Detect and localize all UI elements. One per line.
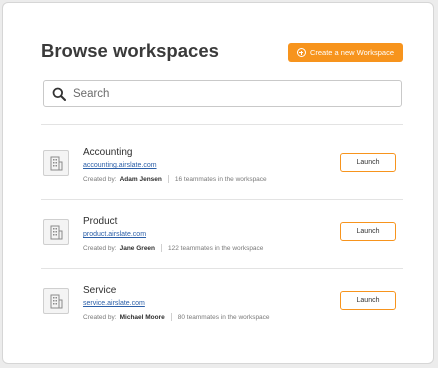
meta-separator: [170, 313, 172, 321]
workspace-name: Service: [83, 285, 117, 296]
teammates-count: 16 teammates in the workspace: [174, 175, 267, 183]
search-icon: [52, 87, 66, 101]
workspace-url-link[interactable]: product.airslate.com: [83, 231, 146, 238]
create-workspace-label: Create a new Workspace: [309, 48, 395, 57]
launch-button[interactable]: Launch: [340, 222, 396, 241]
workspace-meta: Created by: Jane Green 122 teammates in …: [83, 244, 263, 252]
divider: [41, 124, 403, 125]
creator-name: Adam Jensen: [119, 175, 162, 183]
building-icon: [43, 150, 69, 176]
launch-button[interactable]: Launch: [340, 153, 396, 172]
creator-name: Jane Green: [119, 244, 156, 252]
search-input[interactable]: [73, 87, 401, 100]
create-workspace-button[interactable]: Create a new Workspace: [288, 43, 403, 62]
workspace-meta: Created by: Michael Moore 80 teammates i…: [83, 313, 270, 321]
plus-circle-icon: [296, 48, 306, 57]
building-icon: [43, 219, 69, 245]
workspace-url-link[interactable]: accounting.airslate.com: [83, 162, 157, 169]
workspace-name: Accounting: [83, 147, 133, 158]
meta-separator: [161, 244, 163, 252]
teammates-count: 80 teammates in the workspace: [177, 313, 270, 321]
launch-button[interactable]: Launch: [340, 291, 396, 310]
creator-name: Michael Moore: [119, 313, 165, 321]
teammates-count: 122 teammates in the workspace: [168, 244, 264, 252]
workspace-meta: Created by: Adam Jensen 16 teammates in …: [83, 175, 267, 183]
workspace-row: Accounting accounting.airslate.com Creat…: [41, 147, 403, 210]
divider: [41, 268, 403, 269]
page-title: Browse workspaces: [41, 40, 219, 61]
workspace-row: Service service.airslate.com Created by:…: [41, 285, 403, 348]
workspace-url-link[interactable]: service.airslate.com: [83, 300, 145, 307]
building-icon: [43, 288, 69, 314]
search-box[interactable]: [43, 80, 402, 107]
workspace-row: Product product.airslate.com Created by:…: [41, 216, 403, 279]
created-by-label: Created by:: [83, 244, 117, 252]
created-by-label: Created by:: [83, 313, 117, 321]
created-by-label: Created by:: [83, 175, 117, 183]
meta-separator: [167, 175, 169, 183]
workspace-name: Product: [83, 216, 118, 227]
divider: [41, 199, 403, 200]
workspaces-card: Browse workspaces Create a new Workspace…: [2, 2, 434, 364]
